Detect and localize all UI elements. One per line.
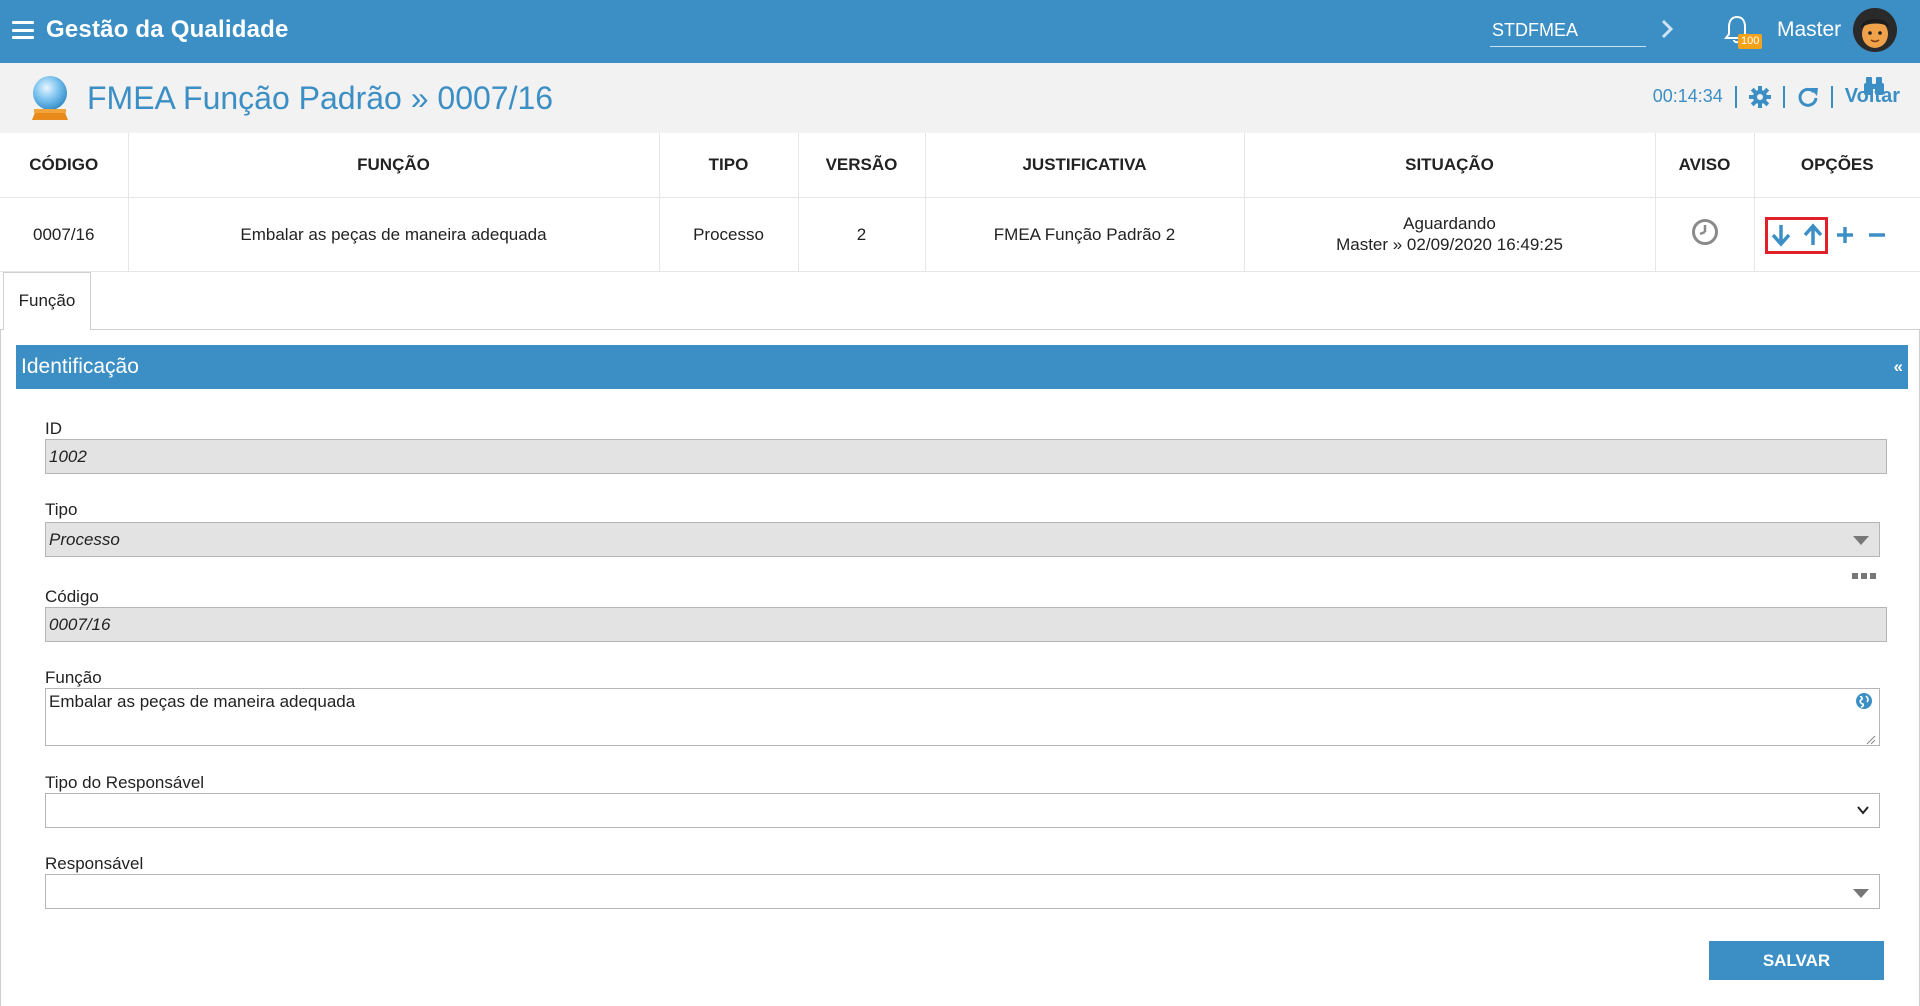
tab-bar: Função bbox=[0, 270, 1920, 331]
module-input[interactable] bbox=[1490, 14, 1646, 47]
tipo-responsavel-select[interactable] bbox=[45, 793, 1880, 828]
arrow-down-icon[interactable] bbox=[1769, 222, 1793, 248]
tipo-label: Tipo bbox=[45, 500, 78, 519]
app-title: Gestão da Qualidade bbox=[46, 16, 289, 43]
page-header: FMEA Função Padrão » 0007/16 00:14:34 Vo… bbox=[0, 63, 1920, 133]
tipo-select[interactable]: Processo bbox=[45, 522, 1880, 557]
cell-codigo: 0007/16 bbox=[0, 197, 129, 272]
panel-title: Identificação bbox=[21, 355, 139, 378]
top-bar: Gestão da Qualidade 100 Master bbox=[0, 0, 1920, 63]
id-field[interactable] bbox=[45, 439, 1887, 474]
more-dots-icon[interactable] bbox=[1852, 567, 1876, 579]
cell-justificativa: FMEA Função Padrão 2 bbox=[925, 197, 1245, 272]
crystal-ball-icon bbox=[28, 74, 72, 122]
user-name[interactable]: Master bbox=[1777, 18, 1841, 42]
panel-header: Identificação « bbox=[16, 345, 1908, 389]
refresh-icon[interactable] bbox=[1797, 86, 1819, 108]
cell-opcoes bbox=[1754, 197, 1920, 272]
arrow-up-icon[interactable] bbox=[1801, 222, 1825, 248]
tab-funcao[interactable]: Função bbox=[3, 272, 91, 331]
session-timer: 00:14:34 bbox=[1652, 86, 1723, 106]
page-title: FMEA Função Padrão » 0007/16 bbox=[87, 80, 554, 116]
notification-badge: 100 bbox=[1738, 34, 1763, 49]
dropdown-arrow-icon[interactable] bbox=[1853, 536, 1869, 545]
column-header: OPÇÕES bbox=[1754, 133, 1920, 198]
clock-icon bbox=[1691, 218, 1719, 251]
menu-icon[interactable] bbox=[12, 21, 34, 39]
codigo-field[interactable] bbox=[45, 607, 1887, 642]
column-header[interactable]: JUSTIFICATIVA bbox=[925, 133, 1245, 198]
situacao-detail: Master » 02/09/2020 16:49:25 bbox=[1336, 235, 1563, 254]
column-header[interactable]: VERSÃO bbox=[798, 133, 926, 198]
chevron-right-icon[interactable] bbox=[1658, 15, 1678, 43]
divider bbox=[1734, 85, 1737, 108]
plus-icon[interactable] bbox=[1833, 222, 1857, 248]
options-icons bbox=[1769, 222, 1889, 248]
column-header[interactable]: SITUAÇÃO bbox=[1244, 133, 1656, 198]
tipo-value: Processo bbox=[49, 530, 120, 549]
cell-situacao: Aguardando Master » 02/09/2020 16:49:25 bbox=[1244, 197, 1656, 272]
globe-icon[interactable] bbox=[1855, 692, 1873, 710]
funcao-value: Embalar as peças de maneira adequada bbox=[49, 692, 356, 711]
table-header-row: CÓDIGO FUNÇÃO TIPO VERSÃO JUSTIFICATIVA … bbox=[0, 133, 1920, 198]
divider bbox=[1782, 85, 1785, 108]
cell-funcao: Embalar as peças de maneira adequada bbox=[128, 197, 660, 272]
cell-versao: 2 bbox=[798, 197, 926, 272]
chevron-down-icon[interactable] bbox=[1857, 803, 1869, 815]
column-header[interactable]: TIPO bbox=[659, 133, 799, 198]
column-header[interactable]: CÓDIGO bbox=[0, 133, 129, 198]
cell-aviso bbox=[1655, 197, 1755, 272]
resize-handle-icon[interactable] bbox=[1866, 732, 1876, 745]
dropdown-arrow-icon[interactable] bbox=[1853, 889, 1869, 898]
tipo-responsavel-label: Tipo do Responsável bbox=[45, 773, 205, 792]
column-header: AVISO bbox=[1655, 133, 1755, 198]
cell-tipo: Processo bbox=[659, 197, 799, 272]
avatar[interactable] bbox=[1853, 8, 1897, 52]
funcao-textarea[interactable]: Embalar as peças de maneira adequada bbox=[45, 688, 1880, 746]
responsavel-select[interactable] bbox=[45, 874, 1880, 909]
codigo-label: Código bbox=[45, 587, 99, 606]
column-header[interactable]: FUNÇÃO bbox=[128, 133, 660, 198]
binoculars-icon[interactable] bbox=[1863, 75, 1885, 97]
table-row[interactable]: 0007/16 Embalar as peças de maneira adeq… bbox=[0, 197, 1920, 272]
collapse-icon[interactable]: « bbox=[1894, 345, 1903, 389]
record-table: CÓDIGO FUNÇÃO TIPO VERSÃO JUSTIFICATIVA … bbox=[0, 133, 1920, 272]
gear-icon[interactable] bbox=[1748, 85, 1771, 108]
divider bbox=[1830, 85, 1833, 108]
save-button[interactable]: SALVAR bbox=[1709, 941, 1884, 980]
id-label: ID bbox=[45, 419, 62, 438]
responsavel-label: Responsável bbox=[45, 854, 144, 873]
funcao-label: Função bbox=[45, 668, 102, 687]
situacao-status: Aguardando bbox=[1403, 214, 1496, 233]
minus-icon[interactable] bbox=[1865, 222, 1889, 248]
